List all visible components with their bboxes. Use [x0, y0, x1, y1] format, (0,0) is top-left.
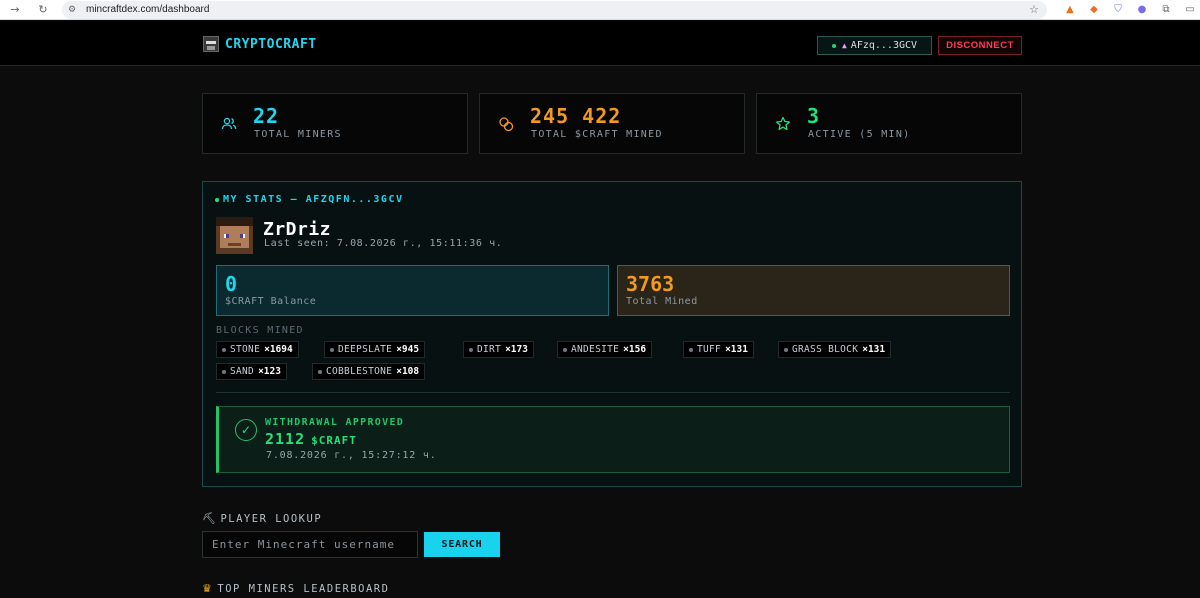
brand-name: CRYPTOCRAFT	[225, 36, 317, 52]
block-count: ×131	[862, 344, 886, 355]
block-chip: ANDESITE ×156	[557, 341, 653, 358]
check-circle-icon: ✓	[235, 419, 257, 441]
chip-dot-icon	[469, 347, 473, 352]
my-stats-title-text: MY STATS — AFZQFN...3GCV	[223, 194, 404, 205]
withdrawal-status: WITHDRAWAL APPROVED	[265, 417, 405, 428]
blocks-mined-title: BLOCKS MINED	[216, 325, 304, 336]
wallet-address: AFzq...3GCV	[850, 40, 918, 51]
my-stats-title: MY STATS — AFZQFN...3GCV	[215, 194, 404, 205]
block-chip: SAND ×123	[216, 363, 287, 380]
chip-dot-icon	[222, 369, 226, 374]
stat-label: ACTIVE (5 MIN)	[808, 129, 911, 140]
address-bar[interactable]: ⚙ mincraftdex.com/dashboard ☆	[62, 0, 1047, 19]
extensions-puzzle-icon[interactable]: ⧉	[1159, 3, 1173, 17]
star-icon	[775, 116, 791, 136]
player-name: ZrDriz	[263, 219, 332, 240]
stat-label: TOTAL MINERS	[254, 129, 342, 140]
withdrawal-amount-row: 2112 $CRAFT	[265, 430, 357, 448]
lock-icon: ▲	[841, 41, 847, 50]
logo-face-icon	[203, 36, 219, 52]
player-lookup-title: ⛏ PLAYER LOOKUP	[202, 512, 322, 525]
connected-dot-icon	[831, 43, 836, 48]
balance-label: $CRAFT Balance	[225, 296, 317, 307]
block-count: ×108	[396, 366, 420, 377]
withdrawal-currency: $CRAFT	[311, 434, 357, 447]
disconnect-button[interactable]: DISCONNECT	[938, 36, 1022, 55]
block-name: DEEPSLATE	[338, 344, 393, 355]
block-chip: TUFF ×131	[683, 341, 754, 358]
pickaxe-icon: ⛏	[202, 512, 218, 525]
block-count: ×173	[505, 344, 528, 355]
chip-dot-icon	[689, 347, 693, 352]
withdrawal-amount: 2112	[265, 430, 306, 448]
trophy-icon: ♛	[202, 582, 214, 595]
block-count: ×123	[258, 366, 281, 377]
status-dot-icon	[215, 197, 219, 202]
stat-card-active: 3 ACTIVE (5 MIN)	[756, 93, 1022, 154]
stat-value: 3	[807, 104, 821, 128]
total-mined-label: Total Mined	[626, 296, 698, 307]
player-avatar	[216, 217, 253, 254]
block-name: TUFF	[697, 344, 722, 355]
block-chip: STONE ×1694	[216, 341, 299, 358]
stat-card-total-miners: 22 TOTAL MINERS	[202, 93, 468, 154]
wallet-extension-icon[interactable]: ◆	[1087, 3, 1101, 17]
forward-icon[interactable]: →	[8, 3, 22, 16]
stat-card-total-mined: 245 422 TOTAL $CRAFT MINED	[479, 93, 745, 154]
url-text[interactable]: mincraftdex.com/dashboard	[86, 4, 209, 15]
last-seen-text: Last seen: 7.08.2026 г., 15:11:36 ч.	[264, 238, 503, 249]
divider	[216, 392, 1010, 393]
brand-logo[interactable]: CRYPTOCRAFT	[203, 36, 317, 52]
chip-dot-icon	[330, 347, 334, 352]
block-name: DIRT	[477, 344, 502, 355]
block-name: COBBLESTONE	[326, 366, 393, 377]
username-search-input[interactable]	[202, 531, 418, 558]
total-mined-box: 3763 Total Mined	[617, 265, 1010, 316]
bubble-extension-icon[interactable]: ●	[1135, 3, 1149, 17]
search-button[interactable]: SEARCH	[424, 532, 500, 557]
stat-label: TOTAL $CRAFT MINED	[531, 129, 663, 140]
block-count: ×1694	[264, 344, 293, 355]
users-icon	[221, 116, 237, 136]
stat-value: 245 422	[530, 104, 622, 128]
block-chip: GRASS BLOCK ×131	[778, 341, 892, 358]
chip-dot-icon	[784, 347, 788, 352]
block-chip: COBBLESTONE ×108	[312, 363, 426, 380]
coins-icon	[498, 116, 514, 136]
block-count: ×156	[623, 344, 647, 355]
block-chip: DEEPSLATE ×945	[324, 341, 426, 358]
withdrawal-date: 7.08.2026 г., 15:27:12 ч.	[266, 450, 437, 461]
chip-dot-icon	[563, 347, 567, 352]
player-lookup-title-text: PLAYER LOOKUP	[220, 512, 323, 525]
extensions-bar: ▲ ◆ ⛉ ● ⧉ ▭	[1063, 3, 1197, 17]
block-name: STONE	[230, 344, 261, 355]
balance-box: 0 $CRAFT Balance	[216, 265, 609, 316]
reload-icon[interactable]: ↻	[36, 3, 50, 16]
metamask-icon[interactable]: ▲	[1063, 3, 1077, 17]
site-settings-icon[interactable]: ⚙	[68, 5, 82, 15]
app-header: CRYPTOCRAFT ▲ AFzq...3GCV DISCONNECT	[0, 21, 1200, 66]
block-name: SAND	[230, 366, 255, 377]
wallet-badge[interactable]: ▲ AFzq...3GCV	[817, 36, 932, 55]
stat-value: 22	[253, 104, 280, 128]
block-chip: DIRT ×173	[463, 341, 534, 358]
my-stats-panel: MY STATS — AFZQFN...3GCV ZrDriz Last see…	[202, 181, 1022, 487]
bookmark-star-icon[interactable]: ☆	[1029, 3, 1039, 16]
block-count: ×131	[725, 344, 748, 355]
total-mined-value: 3763	[626, 272, 675, 296]
side-panel-icon[interactable]: ▭	[1183, 3, 1197, 17]
withdrawal-notice: ✓ WITHDRAWAL APPROVED 2112 $CRAFT 7.08.20…	[216, 406, 1010, 473]
chip-dot-icon	[222, 347, 226, 352]
leaderboard-title-text: TOP MINERS LEADERBOARD	[217, 582, 390, 595]
block-count: ×945	[396, 344, 420, 355]
shield-extension-icon[interactable]: ⛉	[1111, 3, 1125, 17]
block-name: ANDESITE	[571, 344, 620, 355]
block-name: GRASS BLOCK	[792, 344, 859, 355]
browser-toolbar: → ↻ ⚙ mincraftdex.com/dashboard ☆ ▲ ◆ ⛉ …	[0, 0, 1200, 20]
leaderboard-title: ♛ TOP MINERS LEADERBOARD	[202, 582, 389, 595]
balance-value: 0	[225, 272, 238, 296]
chip-dot-icon	[318, 369, 322, 374]
